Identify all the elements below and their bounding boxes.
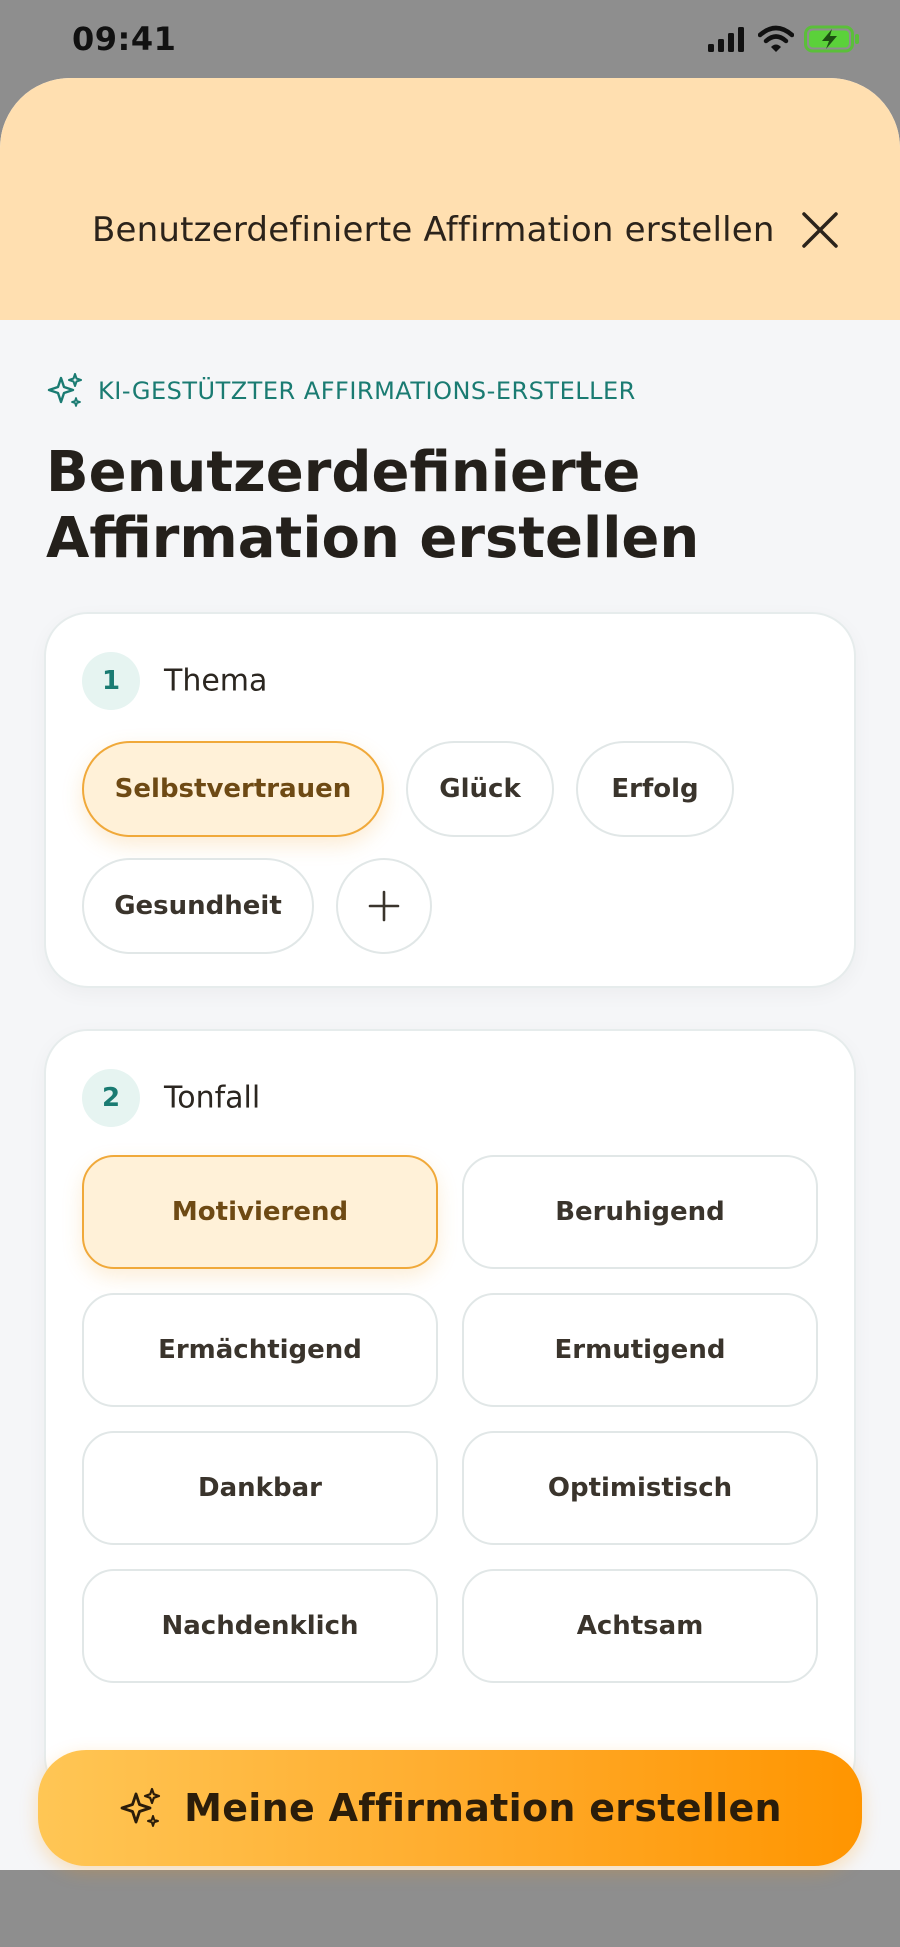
- tone-card: 2 Tonfall Motivierend Beruhigend Ermächt…: [44, 1029, 856, 1801]
- page-title: Benutzerdefinierte Affirmation erstellen: [46, 440, 846, 572]
- status-bar: 09:41: [0, 0, 900, 78]
- wifi-icon: [758, 25, 794, 52]
- theme-chip-erfolg[interactable]: Erfolg: [576, 741, 734, 837]
- ai-section-label-text: KI-GESTÜTZTER AFFIRMATIONS-ERSTELLER: [98, 377, 636, 405]
- page-title-line-2: Affirmation erstellen: [46, 506, 700, 571]
- sheet-header: Benutzerdefinierte Affirmation erstellen: [0, 78, 900, 320]
- status-icons: [708, 25, 860, 53]
- sparkle-icon: [47, 373, 82, 407]
- tone-option-ermutigend[interactable]: Ermutigend: [462, 1293, 818, 1407]
- tone-option-beruhigend[interactable]: Beruhigend: [462, 1155, 818, 1269]
- bottom-sheet: Benutzerdefinierte Affirmation erstellen…: [0, 78, 900, 1870]
- battery-charging-icon: [804, 25, 859, 53]
- close-icon: [802, 212, 838, 248]
- theme-chip-glueck[interactable]: Glück: [406, 741, 554, 837]
- create-affirmation-button[interactable]: Meine Affirmation erstellen: [38, 1750, 862, 1866]
- tone-option-achtsam[interactable]: Achtsam: [462, 1569, 818, 1683]
- close-button[interactable]: [796, 206, 844, 254]
- tone-option-ermaechtigend[interactable]: Ermächtigend: [82, 1293, 438, 1407]
- tone-label: Tonfall: [164, 1080, 261, 1116]
- plus-icon: [368, 890, 400, 922]
- tone-option-nachdenklich[interactable]: Nachdenklich: [82, 1569, 438, 1683]
- theme-chip-selbstvertrauen[interactable]: Selbstvertrauen: [82, 741, 384, 837]
- theme-chip-gesundheit[interactable]: Gesundheit: [82, 858, 314, 954]
- cellular-signal-icon: [708, 27, 744, 52]
- step-number-badge: 1: [82, 652, 140, 710]
- create-affirmation-label: Meine Affirmation erstellen: [184, 1786, 782, 1830]
- status-time: 09:41: [72, 20, 177, 58]
- tone-option-dankbar[interactable]: Dankbar: [82, 1431, 438, 1545]
- add-theme-button[interactable]: [336, 858, 432, 954]
- tone-option-motivierend[interactable]: Motivierend: [82, 1155, 438, 1269]
- step-number-badge: 2: [82, 1069, 140, 1127]
- theme-label: Thema: [164, 663, 268, 699]
- tone-option-optimistisch[interactable]: Optimistisch: [462, 1431, 818, 1545]
- page-title-line-1: Benutzerdefinierte: [46, 440, 641, 505]
- sheet-header-title: Benutzerdefinierte Affirmation erstellen: [92, 210, 775, 250]
- sparkle-icon: [120, 1787, 161, 1827]
- theme-card: 1 Thema Selbstvertrauen Glück Erfolg Ges…: [44, 612, 856, 988]
- ai-section-label: KI-GESTÜTZTER AFFIRMATIONS-ERSTELLER: [46, 372, 636, 410]
